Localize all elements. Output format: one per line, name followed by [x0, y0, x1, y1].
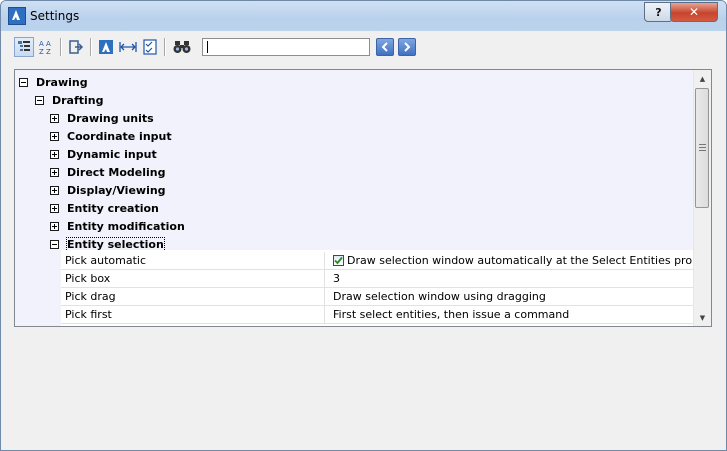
scroll-up-arrow-icon[interactable]: ▲ [694, 70, 711, 87]
tree-node-drafting[interactable]: Drafting [35, 91, 104, 109]
tree-node-entity-creation[interactable]: Entity creation [50, 199, 159, 217]
tree-node-label: Drafting [52, 93, 104, 107]
expand-icon[interactable] [50, 167, 59, 177]
grip-line [699, 150, 706, 151]
vertical-scrollbar[interactable]: ▲ ▼ [693, 70, 711, 326]
checklist-settings-icon[interactable] [140, 37, 160, 57]
text-caret [207, 41, 208, 53]
tree-node-drawing[interactable]: Drawing [19, 73, 88, 91]
property-row[interactable]: Pick first First select entities, then i… [61, 306, 693, 324]
property-value[interactable]: Draw selection window using dragging [329, 288, 693, 305]
toolbar: AZAZ [12, 35, 416, 59]
expand-icon[interactable] [50, 185, 59, 195]
tree-node-label: Direct Modeling [67, 165, 166, 179]
property-value-text: Draw selection window automatically at t… [347, 254, 693, 267]
toolbar-separator [164, 38, 165, 56]
property-name: Pick box [61, 270, 325, 287]
previous-arrow-icon[interactable] [376, 38, 394, 56]
tree-node-label: Drawing units [67, 111, 154, 125]
expand-icon[interactable] [50, 149, 59, 159]
categorized-view-icon[interactable] [14, 37, 34, 57]
alphabetical-view-icon[interactable]: AZAZ [36, 37, 56, 57]
next-arrow-icon[interactable] [398, 38, 416, 56]
tree-node-display-viewing[interactable]: Display/Viewing [50, 181, 166, 199]
scroll-down-arrow-icon[interactable]: ▼ [694, 309, 711, 326]
expand-icon[interactable] [50, 221, 59, 231]
property-name: Pick automatic [61, 252, 325, 269]
expand-icon[interactable] [50, 113, 59, 123]
help-button[interactable]: ? [644, 2, 673, 22]
tree-node-label: Entity modification [67, 219, 185, 233]
scrollbar-thumb[interactable] [695, 88, 709, 208]
expand-icon[interactable] [50, 131, 59, 141]
tree-node-label: Entity selection [66, 236, 165, 252]
tree-node-coordinate-input[interactable]: Coordinate input [50, 127, 172, 145]
property-name: Pick first [61, 306, 325, 323]
property-row[interactable]: Pick automatic Draw selection window aut… [61, 252, 693, 270]
tree-node-label: Dynamic input [67, 147, 157, 161]
expand-icon[interactable] [50, 203, 59, 213]
grip-line [699, 144, 706, 145]
settings-panel: AZAZ Drawing Drafting Drawing units Coor… [8, 31, 719, 443]
settings-tree[interactable]: Drawing Drafting Drawing units Coordinat… [14, 69, 712, 327]
search-input[interactable] [202, 38, 370, 56]
property-grid: Pick automatic Draw selection window aut… [61, 250, 693, 326]
property-row[interactable]: Pick box 3 [61, 270, 693, 288]
settings-window: Settings ? ✕ AZAZ Drawing Drafting Drawi… [0, 0, 727, 451]
tree-node-label: Display/Viewing [67, 183, 166, 197]
collapse-icon[interactable] [50, 239, 59, 249]
collapse-icon[interactable] [35, 95, 44, 105]
tree-content: Drawing Drafting Drawing units Coordinat… [15, 70, 693, 326]
property-row[interactable]: Pick drag Draw selection window using dr… [61, 288, 693, 306]
find-binoculars-icon[interactable] [172, 37, 192, 57]
svg-text:Z: Z [46, 48, 51, 55]
toolbar-separator [60, 38, 61, 56]
dimension-settings-icon[interactable] [118, 37, 138, 57]
tree-node-label: Entity creation [67, 201, 159, 215]
toolbar-separator [90, 38, 91, 56]
drawing-settings-icon[interactable] [96, 37, 116, 57]
tree-node-dynamic-input[interactable]: Dynamic input [50, 145, 157, 163]
property-value[interactable]: 3 [329, 270, 693, 287]
tree-node-label: Coordinate input [67, 129, 172, 143]
app-logo-icon [8, 7, 26, 25]
property-name: Pick drag [61, 288, 325, 305]
export-icon[interactable] [66, 37, 86, 57]
tree-node-drawing-units[interactable]: Drawing units [50, 109, 154, 127]
window-title: Settings [30, 9, 80, 23]
checkbox-checked-icon[interactable] [333, 255, 344, 266]
svg-text:Z: Z [39, 48, 44, 55]
tree-node-label: Drawing [36, 75, 88, 89]
svg-text:A: A [39, 40, 44, 48]
tree-node-direct-modeling[interactable]: Direct Modeling [50, 163, 165, 181]
collapse-icon[interactable] [19, 77, 28, 87]
grip-line [699, 147, 706, 148]
property-value[interactable]: Draw selection window automatically at t… [329, 252, 693, 269]
close-button[interactable]: ✕ [670, 2, 718, 22]
title-bar[interactable]: Settings ? ✕ [1, 1, 726, 31]
property-value[interactable]: First select entities, then issue a comm… [329, 306, 693, 323]
svg-text:A: A [46, 40, 51, 48]
tree-node-entity-modification[interactable]: Entity modification [50, 217, 185, 235]
